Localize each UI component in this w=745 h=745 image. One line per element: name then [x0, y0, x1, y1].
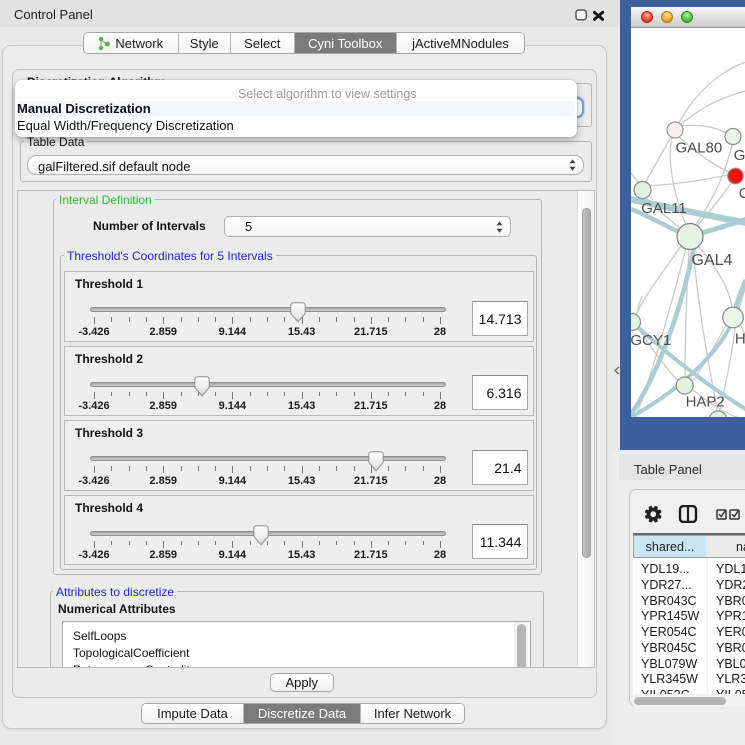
- svg-text:CY: CY: [739, 185, 745, 202]
- svg-text:GAL11: GAL11: [641, 200, 687, 217]
- svg-text:HAP2: HAP2: [686, 394, 725, 411]
- svg-text:GAL4: GAL4: [692, 252, 733, 269]
- svg-text:GA: GA: [734, 147, 745, 164]
- svg-text:GCY1: GCY1: [631, 332, 671, 349]
- svg-text:GAL80: GAL80: [676, 140, 723, 157]
- svg-text:HA: HA: [735, 330, 745, 347]
